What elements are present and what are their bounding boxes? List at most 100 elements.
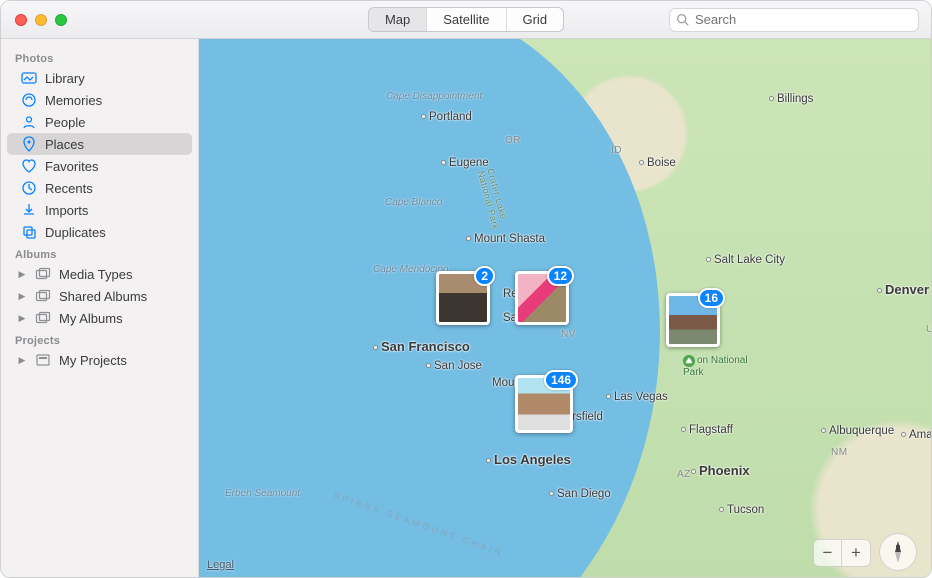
sidebar-item-recents[interactable]: Recents [7,177,192,199]
sidebar: Photos Library Memories People Places Fa… [1,39,199,577]
project-icon [35,352,51,368]
chevron-right-icon[interactable]: ▶ [17,291,27,302]
city-name: Tucson [727,504,764,516]
minimize-window-button[interactable] [35,14,47,26]
sidebar-item-places[interactable]: Places [7,133,192,155]
city-label: San Jose [426,360,482,372]
city-dot-icon [719,507,724,512]
city-name: Portland [429,111,472,123]
city-dot-icon [426,363,431,368]
city-label: Los Angeles [486,452,571,467]
state-label: UNITED [926,324,931,335]
app-body: Photos Library Memories People Places Fa… [1,39,931,577]
city-dot-icon [681,427,686,432]
sidebar-item-library[interactable]: Library [7,67,192,89]
city-name: San Francisco [381,339,470,354]
album-icon [35,288,51,304]
zoom-out-button[interactable]: − [814,540,842,566]
favorites-icon [21,158,37,174]
sidebar-item-media-types[interactable]: ▶ Media Types [7,263,192,285]
city-name: Flagstaff [689,424,733,436]
chevron-right-icon[interactable]: ▶ [17,269,27,280]
memories-icon [21,92,37,108]
sidebar-item-favorites[interactable]: Favorites [7,155,192,177]
photo-count-badge: 2 [474,266,495,286]
park-label: ⛰on National Park [683,355,748,378]
section-header-photos: Photos [1,47,198,67]
section-header-albums: Albums [1,243,198,263]
city-name: Amarillo [909,429,931,441]
fullscreen-window-button[interactable] [55,14,67,26]
city-label: Eugene [441,157,489,169]
city-label: Flagstaff [681,424,733,436]
legal-link[interactable]: Legal [207,559,234,571]
city-label: San Francisco [373,339,470,354]
state-label: ID [611,145,622,156]
city-name: Denver [885,282,929,297]
chevron-right-icon[interactable]: ▶ [17,355,27,366]
library-icon [21,70,37,86]
view-tab-satellite[interactable]: Satellite [427,8,506,31]
state-label: AZ [677,469,691,480]
city-dot-icon [373,345,378,350]
close-window-button[interactable] [15,14,27,26]
zoom-control: − + [813,539,871,567]
photo-cluster[interactable]: 146 [515,375,573,433]
city-dot-icon [486,458,491,463]
city-label: Amarillo [901,429,931,441]
city-name: Phoenix [699,463,750,478]
photo-count-badge: 146 [544,370,578,390]
sidebar-item-shared-albums[interactable]: ▶ Shared Albums [7,285,192,307]
city-label: San Diego [549,488,611,500]
app-window: Map Satellite Grid Photos Library Memori… [0,0,932,578]
geographic-feature-label: Cape Blanco [385,197,442,208]
compass-control[interactable]: N [879,533,917,571]
city-label: Portland [421,111,472,123]
city-dot-icon [691,469,696,474]
city-label: Tucson [719,504,764,516]
photo-cluster[interactable]: 16 [666,293,720,347]
city-dot-icon [901,432,906,437]
city-label: Boise [639,157,676,169]
sidebar-item-my-projects[interactable]: ▶ My Projects [7,349,192,371]
sidebar-label: Library [45,71,85,86]
chevron-right-icon[interactable]: ▶ [17,313,27,324]
view-tab-grid[interactable]: Grid [506,8,563,31]
album-icon [35,310,51,326]
sidebar-item-people[interactable]: People [7,111,192,133]
sidebar-item-memories[interactable]: Memories [7,89,192,111]
sidebar-item-duplicates[interactable]: Duplicates [7,221,192,243]
view-switcher: Map Satellite Grid [368,7,564,32]
sidebar-label: Imports [45,203,88,218]
city-label: Las Vegas [606,391,668,403]
geographic-feature-label: Erben Seamount [225,488,300,499]
sidebar-label: Favorites [45,159,98,174]
places-map[interactable]: SPIESS SEAMOUNT CHAIN PortlandEugeneBois… [199,39,931,577]
segmented-control: Map Satellite Grid [368,7,564,32]
imports-icon [21,202,37,218]
search-icon [676,13,689,26]
city-name: San Jose [434,360,482,372]
sidebar-item-imports[interactable]: Imports [7,199,192,221]
zoom-in-button[interactable]: + [842,540,870,566]
city-label: Mount Shasta [466,233,545,245]
city-label: Denver [877,282,929,297]
search-input[interactable] [695,12,912,27]
view-tab-map[interactable]: Map [369,8,427,31]
photo-cluster[interactable]: 2 [436,271,490,325]
sidebar-item-my-albums[interactable]: ▶ My Albums [7,307,192,329]
sidebar-label: Recents [45,181,93,196]
photo-cluster[interactable]: 12 [515,271,569,325]
city-name: San Diego [557,488,611,500]
sidebar-label: People [45,115,85,130]
city-name: Billings [777,93,813,105]
park-icon: ⛰ [683,355,695,367]
city-dot-icon [877,288,882,293]
duplicates-icon [21,224,37,240]
city-name: Eugene [449,157,489,169]
geographic-feature-label: Cape Disappointment [386,91,482,102]
city-dot-icon [466,236,471,241]
sidebar-label: Duplicates [45,225,106,240]
search-field-container[interactable] [669,8,919,32]
city-name: Las Vegas [614,391,668,403]
